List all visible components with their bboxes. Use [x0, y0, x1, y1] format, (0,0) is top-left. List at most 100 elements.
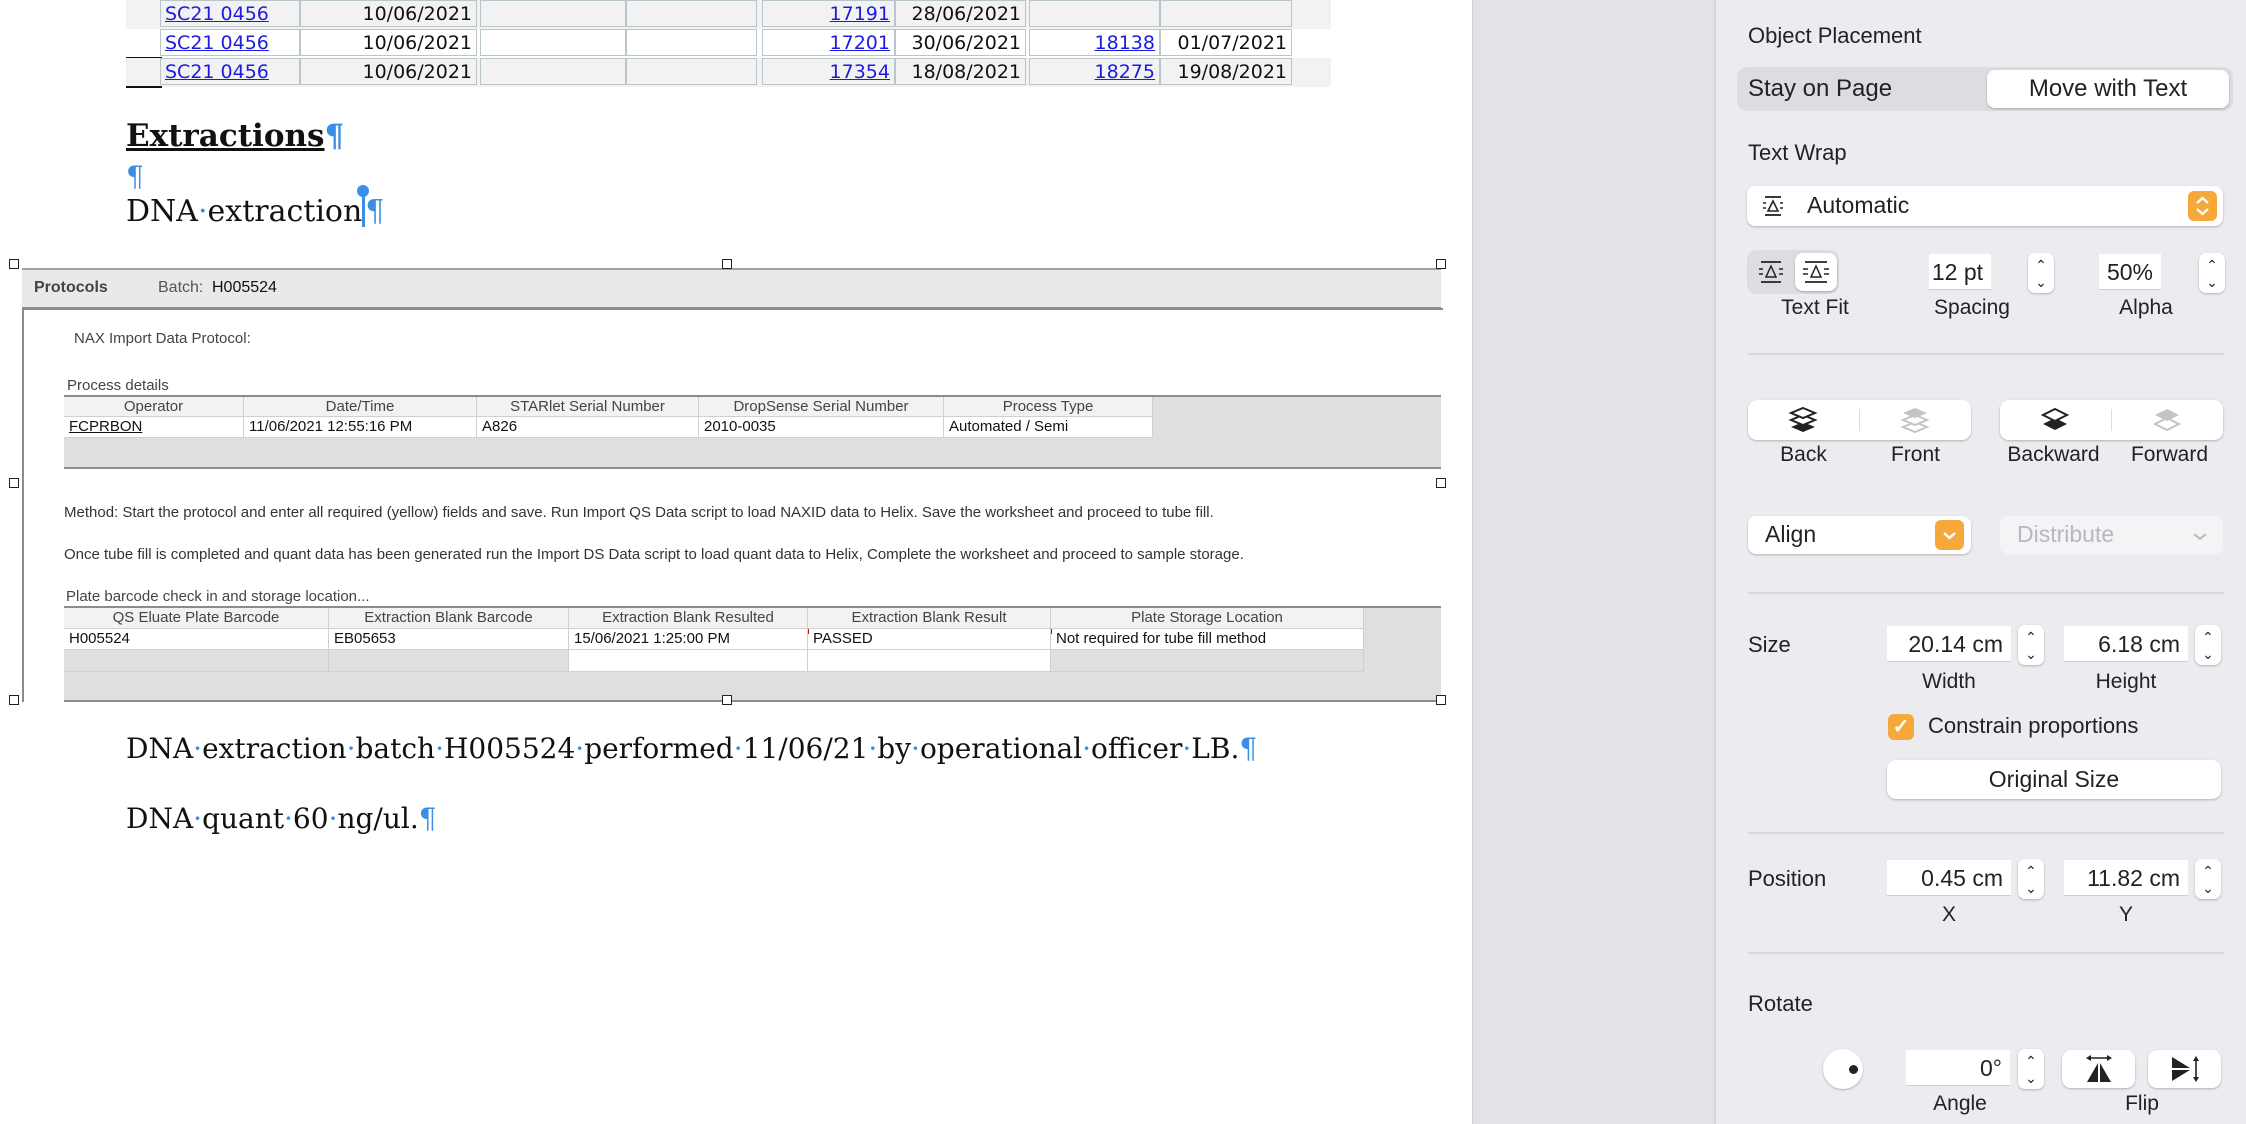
flip-vertical-button[interactable]	[2148, 1050, 2221, 1088]
alpha-stepper[interactable]: ⌃ ⌄	[2199, 253, 2225, 293]
resize-handle-right[interactable]	[1436, 478, 1446, 488]
align-popup[interactable]: Align	[1748, 516, 1971, 554]
chevron-up-icon[interactable]: ⌃	[2195, 630, 2221, 644]
space-mark: ·	[193, 802, 203, 835]
chevron-up-icon[interactable]: ⌃	[2018, 864, 2044, 878]
alpha-field[interactable]: 50%	[2099, 254, 2161, 290]
angle-stepper[interactable]: ⌃ ⌄	[2018, 1049, 2044, 1089]
word: LB.	[1191, 732, 1240, 765]
spacing-stepper[interactable]: ⌃ ⌄	[2028, 253, 2054, 293]
column-header: Extraction Blank Result	[808, 608, 1051, 629]
chevron-down-icon[interactable]: ⌄	[2018, 647, 2044, 661]
record-link[interactable]: 18138	[1029, 29, 1160, 56]
bring-forward-button[interactable]	[2112, 400, 2223, 440]
original-size-button[interactable]: Original Size	[1887, 760, 2221, 799]
position-x-field[interactable]: 0.45 cm	[1887, 860, 2011, 896]
text-wrap-label: Text Wrap	[1748, 140, 1847, 165]
record-link[interactable]: 18275	[1029, 58, 1160, 85]
sample-link[interactable]: SC21 0456	[160, 58, 300, 85]
record-link[interactable]	[1029, 0, 1160, 27]
empty-paragraph[interactable]: ¶	[126, 160, 144, 193]
chevron-down-icon[interactable]: ⌄	[2018, 881, 2044, 895]
datetime-cell: 11/06/2021 12:55:16 PM	[244, 417, 477, 438]
record-link[interactable]: 17354	[762, 58, 895, 85]
column-header: DropSense Serial Number	[699, 397, 944, 417]
text-fit-label: Text Fit	[1781, 296, 1849, 319]
layer-forward-icon	[2152, 409, 2182, 432]
section-divider	[1748, 832, 2224, 834]
row-marker	[126, 86, 162, 88]
text-fit-tight-button[interactable]	[1751, 254, 1791, 290]
word: DNA	[126, 732, 194, 765]
column-header: Extraction Blank Barcode	[329, 608, 569, 629]
spacing-field[interactable]: 12 pt	[1929, 254, 1991, 290]
resize-handle-top[interactable]	[722, 259, 732, 269]
resize-handle-bottom-left[interactable]	[9, 695, 19, 705]
width-stepper[interactable]: ⌃ ⌄	[2018, 625, 2044, 665]
chevron-up-icon[interactable]: ⌃	[2028, 258, 2054, 272]
position-y-field[interactable]: 11.82 cm	[2064, 860, 2188, 896]
record-link[interactable]: 17201	[762, 29, 895, 56]
extractions-heading[interactable]: Extractions¶	[126, 118, 344, 154]
position-y-stepper[interactable]: ⌃ ⌄	[2195, 859, 2221, 899]
send-backward-button[interactable]	[2000, 400, 2111, 440]
pilcrow-mark: ¶	[1239, 732, 1258, 765]
bring-to-front-button[interactable]	[1860, 400, 1971, 440]
dna-quant-paragraph[interactable]: DNA·quant·60·ng/ul.¶	[126, 802, 437, 835]
plate-barcode-label: Plate barcode check in and storage locat…	[66, 588, 370, 605]
dial-indicator	[1849, 1065, 1858, 1074]
chevron-down-icon[interactable]: ⌄	[2018, 1071, 2044, 1085]
constrain-proportions-checkbox[interactable]: ✓	[1888, 714, 1914, 740]
pilcrow-mark: ¶	[365, 194, 385, 229]
space-mark: ·	[197, 194, 208, 229]
date-cell: 10/06/2021	[300, 58, 477, 85]
rotation-dial[interactable]	[1823, 1049, 1863, 1089]
arrange-inspector-panel	[1714, 0, 2246, 1124]
sample-link[interactable]: SC21 0456	[160, 29, 300, 56]
move-with-text-button[interactable]: Move with Text	[1987, 70, 2229, 108]
chevron-up-icon[interactable]: ⌃	[2018, 630, 2044, 644]
document-page[interactable]: SC21 0456 10/06/2021 17191 28/06/2021 SC…	[0, 0, 1472, 1124]
process-details-label: Process details	[67, 377, 169, 394]
updown-chevron-icon	[2188, 191, 2217, 221]
date-cell: 01/07/2021	[1160, 29, 1292, 56]
chevron-up-icon[interactable]: ⌃	[2018, 1054, 2044, 1068]
angle-field[interactable]: 0°	[1906, 1050, 2010, 1086]
sample-link[interactable]: SC21 0456	[160, 0, 300, 27]
chevron-down-icon[interactable]: ⌄	[2195, 881, 2221, 895]
space-mark: ·	[284, 802, 293, 835]
send-to-back-button[interactable]	[1748, 400, 1859, 440]
flip-horizontal-button[interactable]	[2062, 1050, 2135, 1088]
text-wrap-value: Automatic	[1807, 192, 1910, 218]
table-row: SC21 0456 10/06/2021 17201 30/06/2021 18…	[126, 29, 1331, 59]
backward-forward-button-group	[2000, 400, 2223, 440]
height-stepper[interactable]: ⌃ ⌄	[2195, 625, 2221, 665]
blank-barcode-cell: EB05653	[329, 629, 569, 650]
word: 11/06/21	[742, 732, 869, 765]
record-link[interactable]: 17191	[762, 0, 895, 27]
chevron-up-icon[interactable]: ⌃	[2199, 258, 2225, 272]
chevron-down-icon[interactable]: ⌄	[2028, 275, 2054, 289]
chevron-up-icon[interactable]: ⌃	[2195, 864, 2221, 878]
text-fit-box-button[interactable]	[1795, 253, 1837, 291]
wrap-box-icon	[1803, 261, 1829, 283]
distribute-popup[interactable]: Distribute	[2000, 516, 2223, 554]
size-label: Size	[1748, 632, 1791, 657]
resize-handle-top-right[interactable]	[1436, 259, 1446, 269]
chevron-down-icon[interactable]: ⌄	[2195, 647, 2221, 661]
embedded-screenshot-image[interactable]: Protocols Batch: H005524 NAX Import Data…	[15, 264, 1443, 702]
stay-on-page-button[interactable]: Stay on Page	[1740, 70, 1900, 108]
dna-extraction-paragraph[interactable]: DNA·extraction ¶	[126, 185, 385, 229]
height-field[interactable]: 6.18 cm	[2064, 626, 2188, 662]
resize-handle-bottom[interactable]	[722, 695, 732, 705]
space-mark: ·	[435, 732, 444, 765]
width-field[interactable]: 20.14 cm	[1887, 626, 2011, 662]
resize-handle-left[interactable]	[9, 478, 19, 488]
text-wrap-popup[interactable]: Automatic	[1747, 186, 2223, 226]
resize-handle-bottom-right[interactable]	[1436, 695, 1446, 705]
extraction-summary-paragraph[interactable]: DNA·extraction·batch·H005524·performed·1…	[126, 732, 1257, 765]
position-x-stepper[interactable]: ⌃ ⌄	[2018, 859, 2044, 899]
resize-handle-top-left[interactable]	[9, 259, 19, 269]
column-header: QS Eluate Plate Barcode	[64, 608, 329, 629]
chevron-down-icon[interactable]: ⌄	[2199, 275, 2225, 289]
